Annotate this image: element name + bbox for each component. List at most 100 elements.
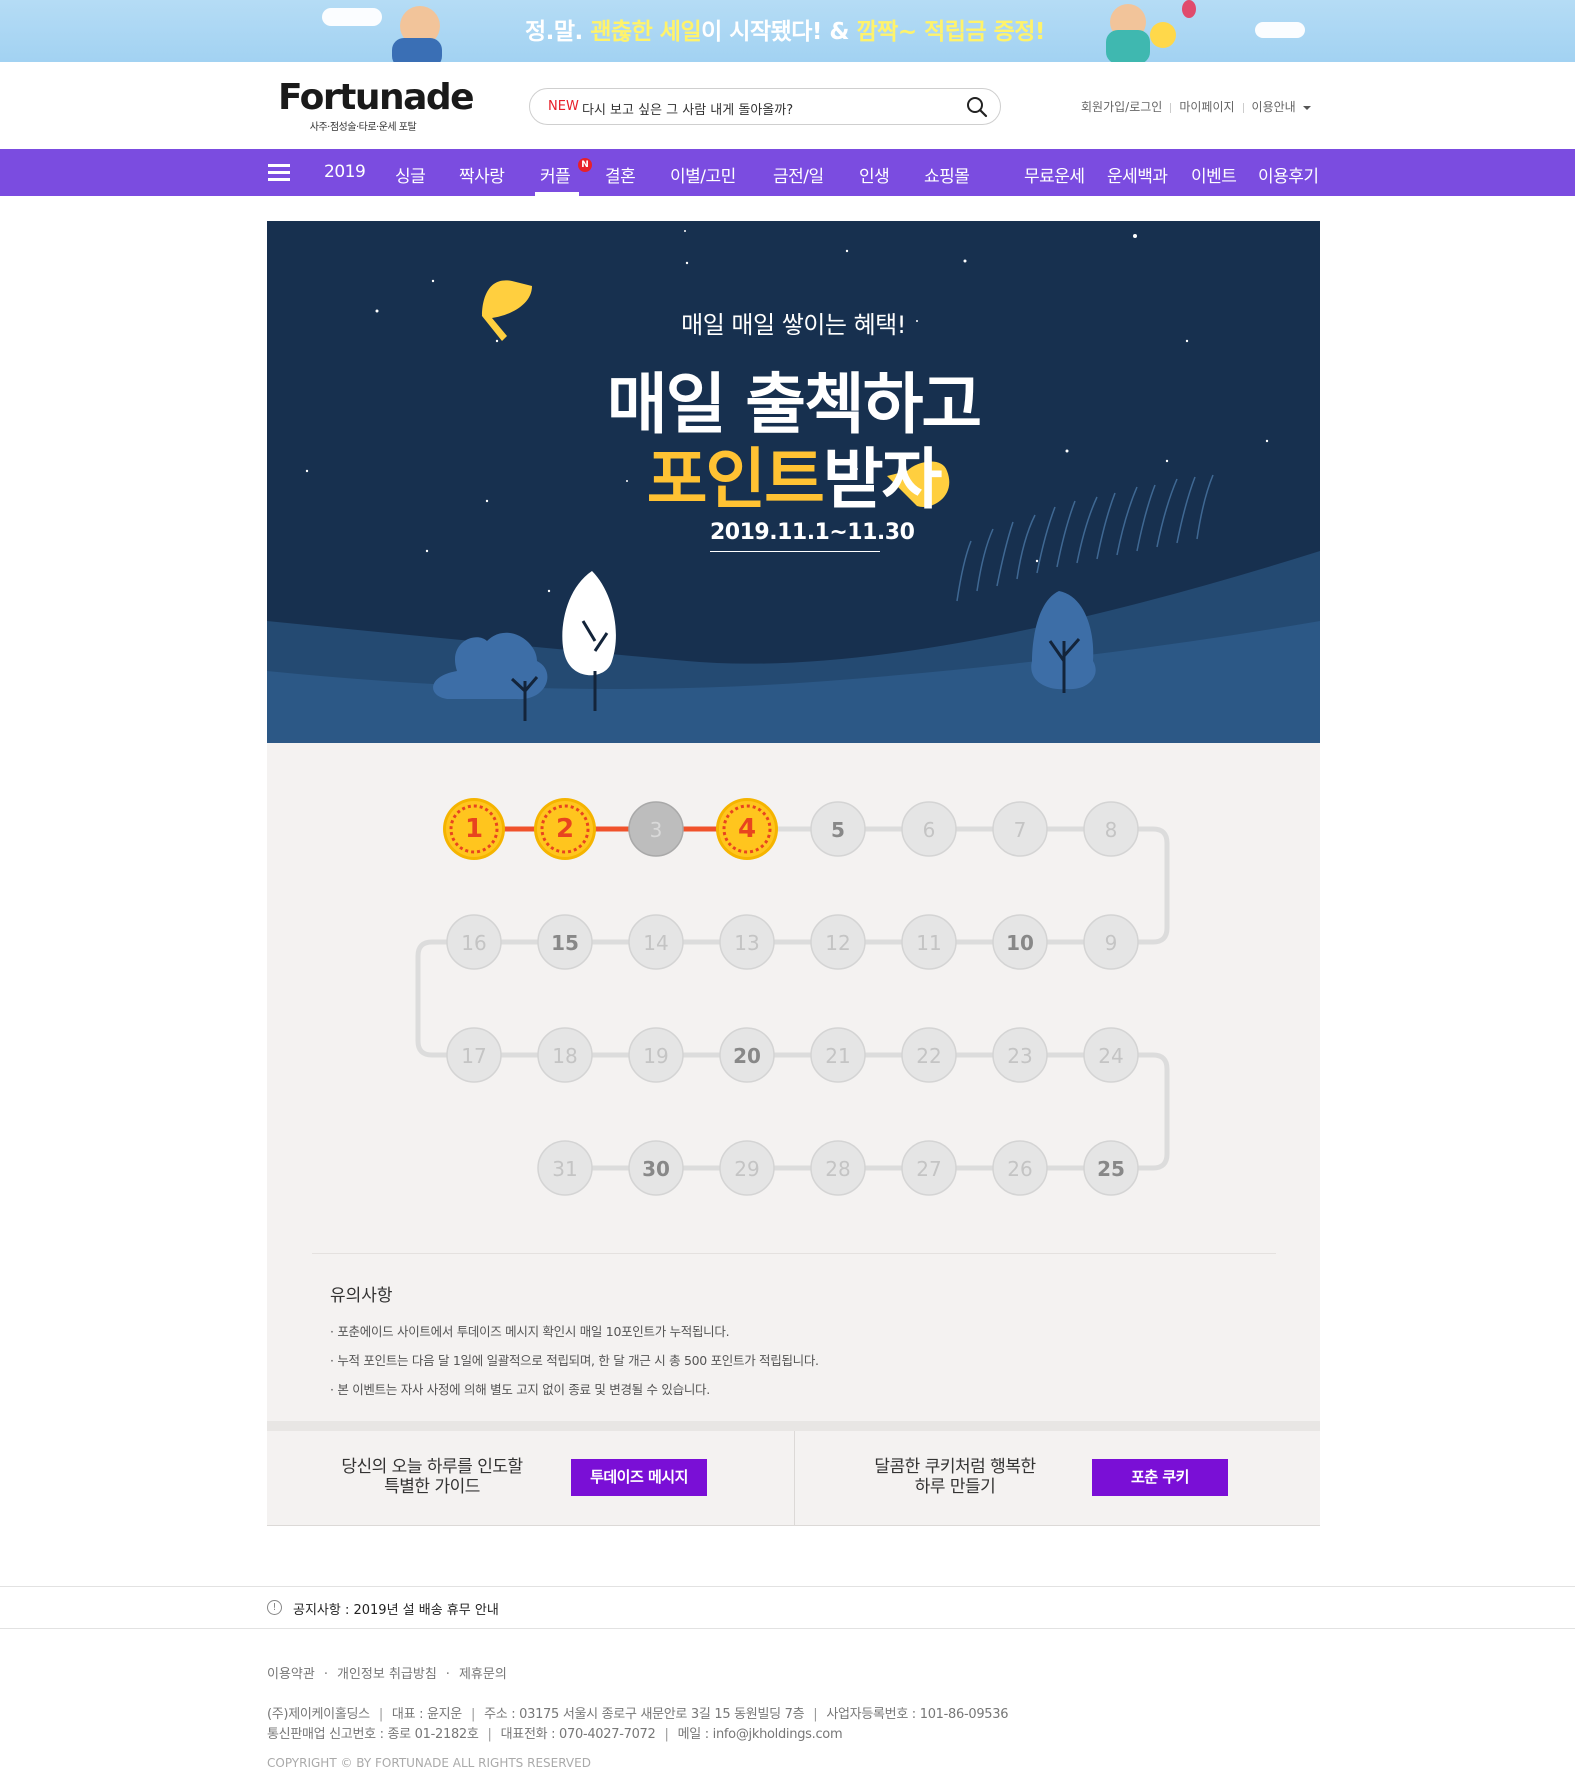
illustration-person-left-body	[392, 38, 442, 62]
day-6-label: 6	[923, 818, 936, 842]
nav-item-crush[interactable]: 짝사랑	[459, 162, 505, 187]
terms-link[interactable]: 이용약관	[267, 1667, 315, 1682]
todays-message-desc-line2: 특별한 가이드	[384, 1477, 480, 1497]
day-9-label: 9	[1105, 931, 1118, 955]
promo-links: 당신의 오늘 하루를 인도할 특별한 가이드 투데이즈 메시지 달콤한 쿠키처럼…	[267, 1421, 1320, 1526]
info-icon: !	[267, 1600, 282, 1615]
day-16-label: 16	[461, 931, 486, 955]
notice-list: · 포춘에이드 사이트에서 투데이즈 메시지 확인시 매일 10포인트가 누적됩…	[330, 1317, 1270, 1404]
day-7-label: 7	[1014, 818, 1027, 842]
todays-message-desc: 당신의 오늘 하루를 인도할 특별한 가이드	[337, 1457, 527, 1497]
day-21-label: 21	[825, 1044, 850, 1068]
new-badge: N	[578, 158, 592, 172]
attendance-calendar: 1 2 3 4 5 6 7 891011121314151617 18 19 20 21 22 23 242…	[415, 798, 1170, 1196]
company-name: (주)제이케이홀딩스	[267, 1707, 370, 1722]
day-4-label: 4	[738, 814, 756, 844]
business-number: 사업자등록번호 : 101-86-09536	[826, 1707, 1009, 1722]
event-period: 2019.11.1~11.30	[710, 520, 915, 552]
day-11-label: 11	[916, 931, 941, 955]
promo-text: 정.말. 괜춚한 세일이 시작됐다! & 깜짝~ 적립금 증정!	[525, 12, 1045, 46]
page: 정.말. 괜춚한 세일이 시작됐다! & 깜짝~ 적립금 증정! Fortuna…	[0, 0, 1575, 1791]
promo-text-prefix: 정.말.	[525, 19, 583, 45]
nav-item-single[interactable]: 싱글	[395, 162, 426, 187]
nav-item-money-work[interactable]: 금전/일	[773, 162, 824, 187]
illustration-child	[1150, 22, 1176, 48]
nav-item-2019[interactable]: 2019	[324, 162, 366, 182]
day-18-label: 18	[552, 1044, 577, 1068]
privacy-link[interactable]: 개인정보 취급방침	[337, 1667, 437, 1682]
caret-down-icon[interactable]	[1302, 105, 1311, 110]
mypage-link[interactable]: 마이페이지	[1179, 100, 1234, 114]
day-14-label: 14	[643, 931, 668, 955]
nav-item-reviews[interactable]: 이용후기	[1258, 162, 1319, 187]
notice-title: 유의사항	[330, 1286, 393, 1306]
footer-notice-bar: ! 공지사항 : 2019년 설 배송 휴무 안내	[0, 1586, 1575, 1629]
day-17-label: 17	[461, 1044, 486, 1068]
nav-item-couple[interactable]: 커플	[540, 162, 571, 187]
notice-item: · 포춘에이드 사이트에서 투데이즈 메시지 확인시 매일 10포인트가 누적됩…	[330, 1324, 730, 1339]
divider	[1170, 102, 1172, 113]
day-12-label: 12	[825, 931, 850, 955]
main-nav: 2019 싱글 짝사랑 커플 N 결혼 이별/고민 금전/일 인생 쇼핑몰 무료…	[0, 149, 1575, 196]
promo-highlight-bonus: 깜짝~ 적립금 증정!	[856, 19, 1046, 45]
footer-notice-link[interactable]: 공지사항 : 2019년 설 배송 휴무 안내	[293, 1599, 499, 1618]
event-hero-banner: 매일 매일 쌓이는 혜택! 매일 출첵하고 포인트받자 2019.11.1~11…	[267, 221, 1320, 743]
fortune-cookie-button[interactable]: 포춘 쿠키	[1092, 1459, 1228, 1496]
logo-subtitle: 사주·점성술·타로·운세 포탈	[309, 122, 417, 133]
day-23-label: 23	[1007, 1044, 1032, 1068]
attendance-panel: 1 2 3 4 5 6 7 8 9 10 11 12 13 14 15 16 17 18 19 20 21 22 23 24 2…	[267, 743, 1320, 1421]
hero-title-line2: 포인트받자	[267, 426, 1320, 522]
cloud-decoration	[322, 8, 382, 26]
day-13-label: 13	[734, 931, 759, 955]
search-new-tag: NEW	[548, 99, 579, 114]
login-link[interactable]: 회원가입/로그인	[1081, 100, 1162, 114]
nav-item-encyclopedia[interactable]: 운세백과	[1107, 162, 1168, 187]
day-30-label: 30	[642, 1157, 670, 1181]
notice-item: · 누적 포인트는 다음 달 1일에 일괄적으로 적립되며, 한 달 개근 시 …	[330, 1353, 819, 1368]
day-26-label: 26	[1007, 1157, 1032, 1181]
nav-item-marriage[interactable]: 결혼	[605, 162, 636, 187]
nav-active-indicator	[535, 192, 579, 196]
ecommerce-number: 통신판매업 신고번호 : 종로 01-2182호	[267, 1727, 479, 1742]
promo-highlight-sale: 괜춚한 세일	[590, 19, 702, 45]
menu-icon[interactable]	[268, 164, 290, 182]
day-1-label: 1	[465, 814, 483, 844]
nav-item-shop[interactable]: 쇼핑몰	[924, 162, 970, 187]
copyright: COPYRIGHT © BY FORTUNADE ALL RIGHTS RESE…	[267, 1756, 591, 1770]
day-31-label: 31	[552, 1157, 577, 1181]
nav-item-free-fortune[interactable]: 무료운세	[1024, 162, 1085, 187]
illustration-person-right-body	[1106, 30, 1150, 62]
day-20-label: 20	[733, 1044, 761, 1068]
guide-dropdown[interactable]: 이용안내	[1252, 100, 1296, 114]
fortune-cookie-desc-line1: 달콤한 쿠키처럼 행복한	[874, 1457, 1036, 1477]
promo-text-mid: 이 시작됐다! &	[701, 19, 849, 45]
day-29-label: 29	[734, 1157, 759, 1181]
nav-item-event[interactable]: 이벤트	[1191, 162, 1237, 187]
nav-item-life[interactable]: 인생	[859, 162, 890, 187]
email: 메일 : info@jkholdings.com	[677, 1727, 843, 1742]
day-2-label: 2	[556, 814, 574, 844]
search-suggestion-text: 다시 보고 싶은 그 사람 내게 돌아올까?	[582, 103, 794, 118]
day-5-label: 5	[831, 818, 845, 842]
logo-title: Fortunade	[278, 77, 475, 118]
day-22-label: 22	[916, 1044, 941, 1068]
search-icon[interactable]	[966, 96, 988, 118]
balloon-icon	[1182, 0, 1196, 18]
divider	[1242, 102, 1244, 113]
todays-message-desc-line1: 당신의 오늘 하루를 인도할	[341, 1457, 523, 1477]
promo-banner[interactable]: 정.말. 괜춚한 세일이 시작됐다! & 깜짝~ 적립금 증정!	[0, 0, 1575, 62]
partnership-link[interactable]: 제휴문의	[459, 1667, 507, 1682]
day-27-label: 27	[916, 1157, 941, 1181]
day-10-label: 10	[1006, 931, 1034, 955]
hero-subtitle: 매일 매일 쌓이는 혜택!	[681, 311, 906, 339]
day-15-label: 15	[551, 931, 579, 955]
site-logo[interactable]: Fortunade 사주·점성술·타로·운세 포탈	[278, 77, 475, 134]
todays-message-button[interactable]: 투데이즈 메시지	[571, 1459, 707, 1496]
search-input[interactable]: NEW 다시 보고 싶은 그 사람 내게 돌아올까?	[529, 88, 1001, 125]
company-info: (주)제이케이홀딩스 | 대표 : 윤지운 | 주소 : 03175 서울시 종로구 새…	[267, 1705, 1009, 1745]
nav-item-breakup[interactable]: 이별/고민	[670, 162, 736, 187]
day-3-label: 3	[650, 818, 663, 842]
company-info-line2: 통신판매업 신고번호 : 종로 01-2182호 | 대표전화 : 070-4027…	[267, 1727, 843, 1742]
address: 주소 : 03175 서울시 종로구 새문안로 3길 15 동원빌딩 7층	[484, 1707, 805, 1722]
company-info-line1: (주)제이케이홀딩스 | 대표 : 윤지운 | 주소 : 03175 서울시 종로구 새…	[267, 1707, 1009, 1722]
